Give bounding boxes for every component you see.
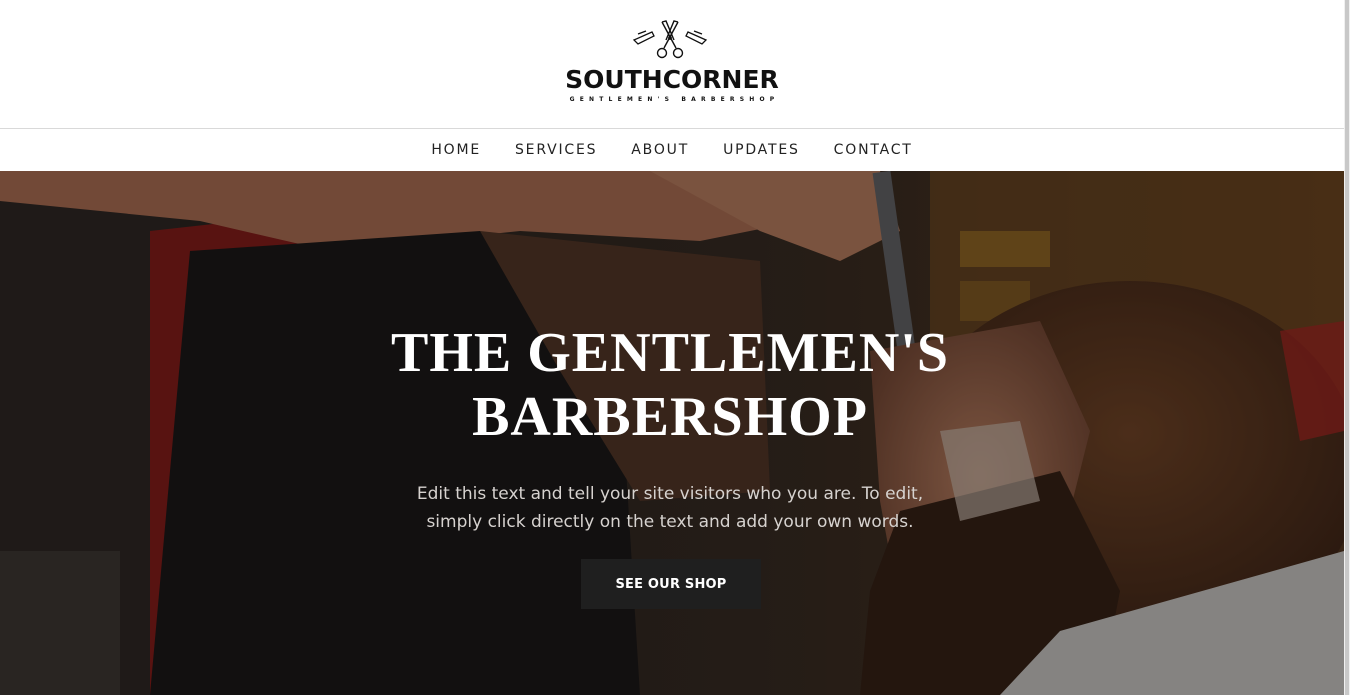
nav-item-services[interactable]: SERVICES — [515, 142, 597, 158]
hero-description: Edit this text and tell your site visito… — [400, 480, 940, 536]
nav-item-updates[interactable]: UPDATES — [723, 142, 800, 158]
nav-item-about[interactable]: ABOUT — [631, 142, 689, 158]
see-our-shop-button[interactable]: SEE OUR SHOP — [581, 559, 761, 609]
hero-title: THE GENTLEMEN'S BARBERSHOP — [300, 321, 1040, 449]
nav-item-home[interactable]: HOME — [431, 142, 481, 158]
hero-title-line-1: THE GENTLEMEN'S — [390, 322, 950, 384]
site-logo[interactable]: SOUTHCORNER GENTLEMEN'S BARBERSHOP — [560, 18, 784, 108]
crossed-scissors-razors-icon — [632, 20, 708, 59]
hero-description-line-2: simply click directly on the text and ad… — [426, 512, 914, 532]
hero-section: THE GENTLEMEN'S BARBERSHOP Edit this tex… — [0, 171, 1344, 695]
hero-title-line-2: BARBERSHOP — [472, 386, 868, 448]
hero-description-line-1: Edit this text and tell your site visito… — [416, 484, 924, 504]
site-header: SOUTHCORNER GENTLEMEN'S BARBERSHOP — [0, 0, 1344, 129]
main-nav: HOME SERVICES ABOUT UPDATES CONTACT — [0, 129, 1344, 171]
page-scrollbar-thumb[interactable] — [1345, 0, 1349, 695]
nav-item-contact[interactable]: CONTACT — [834, 142, 913, 158]
brand-tagline: GENTLEMEN'S BARBERSHOP — [569, 96, 780, 103]
brand-name: SOUTHCORNER — [565, 65, 779, 94]
